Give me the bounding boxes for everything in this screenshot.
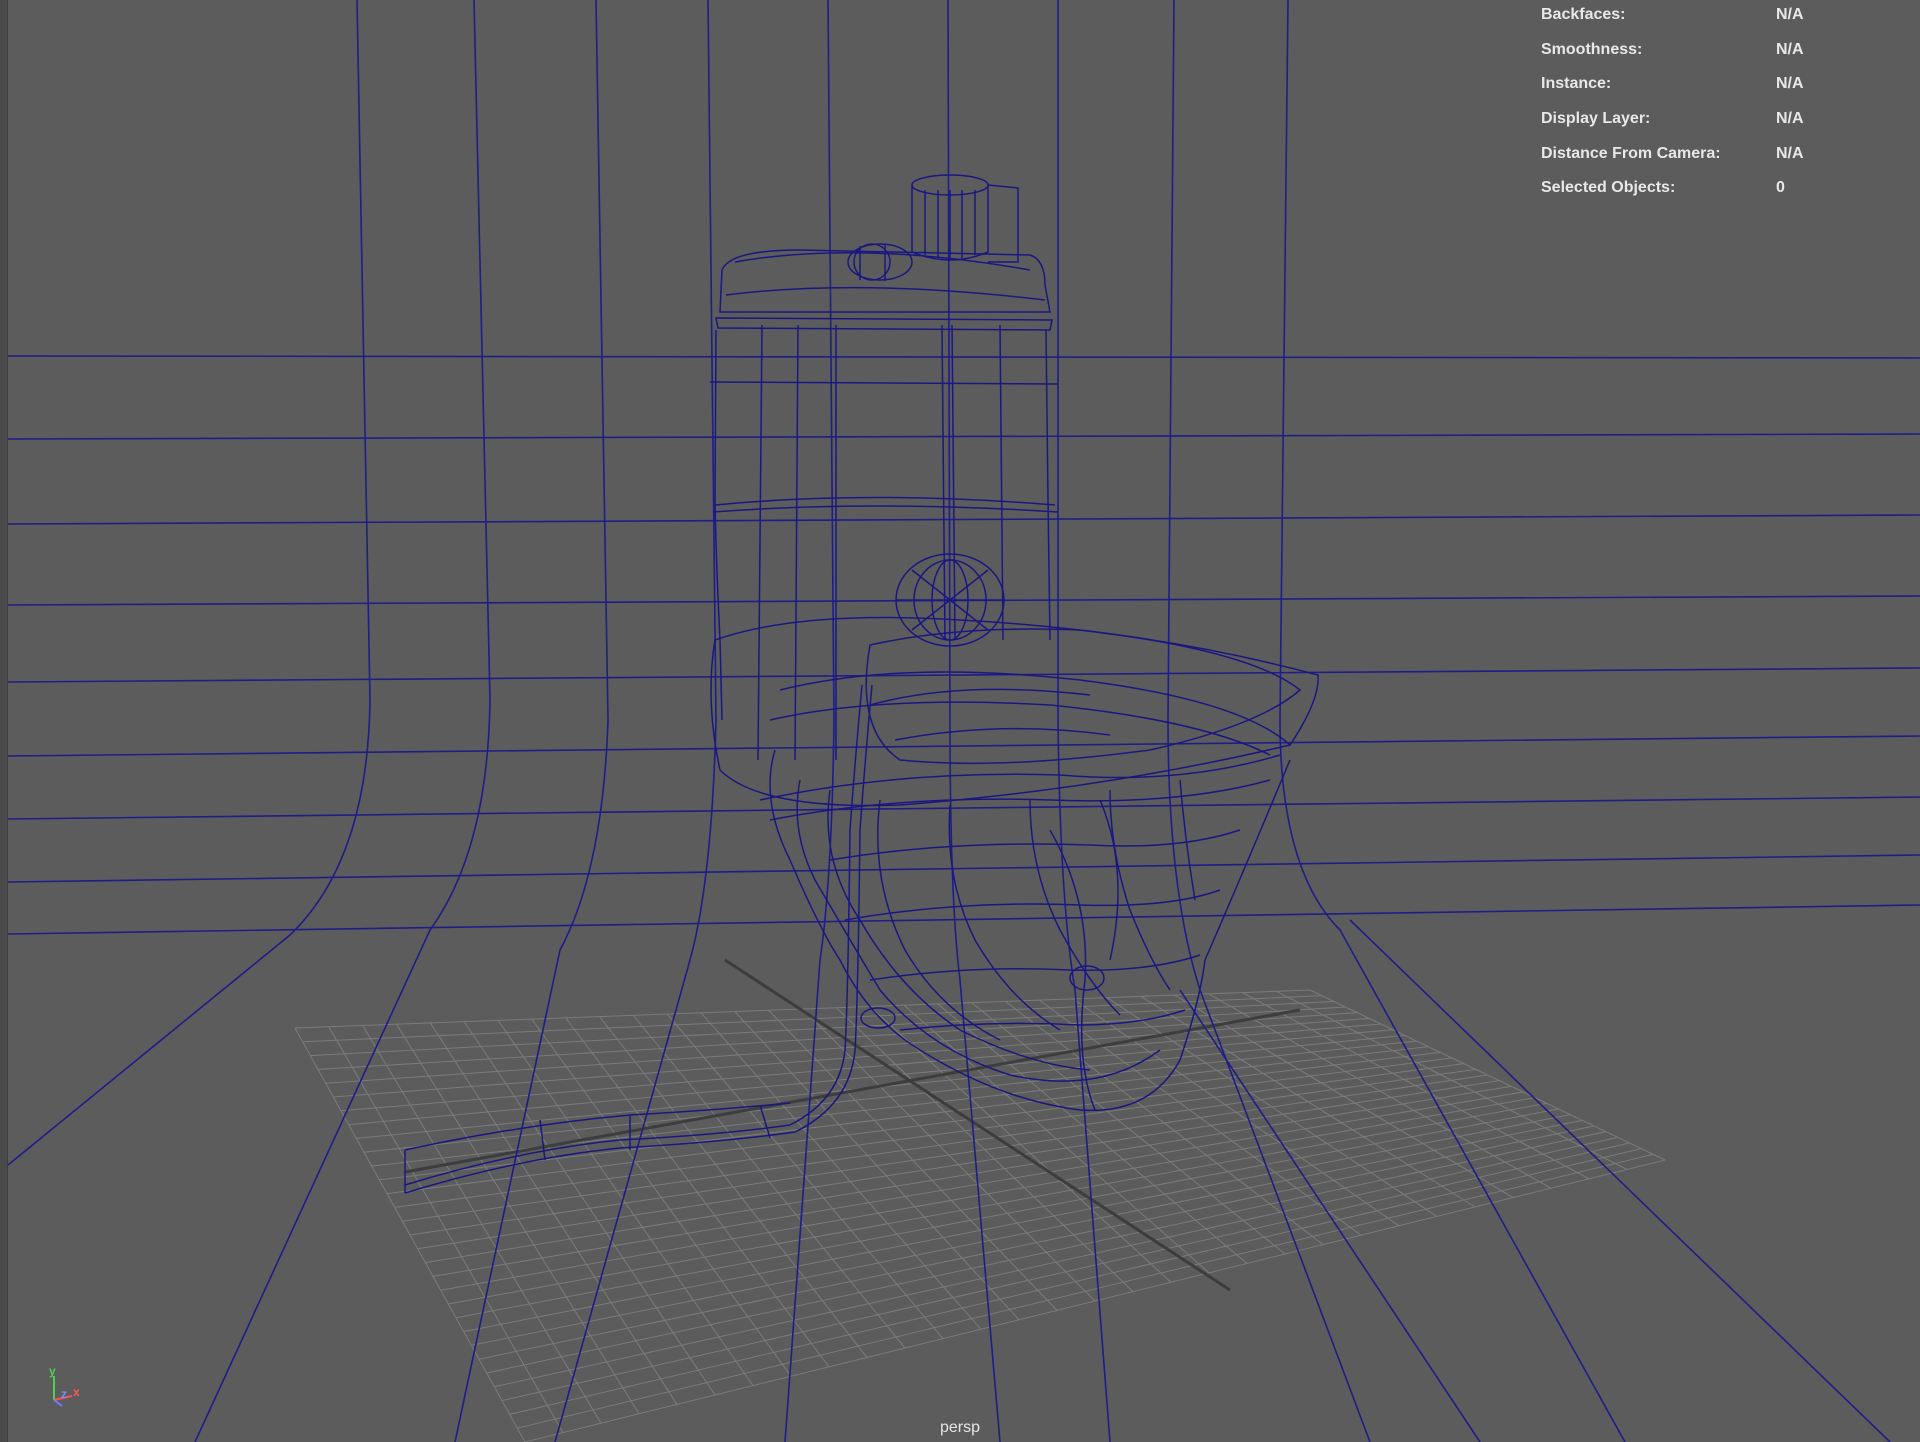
grid-line [903, 1004, 1210, 1274]
hud-row-instance: Instance: N/A [1541, 73, 1861, 108]
hud-row-backfaces: Backfaces: N/A [1541, 4, 1861, 39]
axis-x-label: x [73, 1385, 80, 1399]
hud-label: Instance: [1541, 75, 1612, 93]
hud-value: N/A [1776, 40, 1804, 58]
hud-value: N/A [1776, 110, 1804, 128]
heads-up-display: Backfaces: N/A Smoothness: N/A Instance:… [1541, 4, 1861, 212]
hud-value: N/A [1776, 75, 1804, 93]
hud-label: Selected Objects: [1541, 179, 1676, 197]
grid-line [1039, 999, 1362, 1236]
perspective-viewport[interactable]: Backfaces: N/A Smoothness: N/A Instance:… [0, 0, 1920, 1442]
grid-line [835, 1007, 1134, 1292]
grid-line [1005, 1001, 1324, 1245]
grid-line [417, 1080, 1500, 1250]
hud-value: N/A [1776, 144, 1804, 162]
hud-row-display-layer: Display Layer: N/A [1541, 108, 1861, 143]
grid-line [1242, 992, 1590, 1180]
grid-line [1309, 989, 1666, 1161]
axis-y-label: y [49, 1364, 56, 1378]
hud-label: Smoothness: [1541, 40, 1643, 58]
axis-indicator-icon [53, 1376, 73, 1407]
hud-label: Backfaces: [1541, 6, 1626, 23]
axis-z-label: z [61, 1387, 67, 1401]
hud-row-selected-objects: Selected Objects: 0 [1541, 177, 1861, 212]
hud-row-distance-from-camera: Distance From Camera: N/A [1541, 143, 1861, 178]
hud-label: Distance From Camera: [1541, 144, 1721, 162]
backdrop-wireframe [7, 0, 1920, 1442]
hud-value: N/A [1776, 6, 1804, 23]
hud-label: Display Layer: [1541, 110, 1651, 128]
hud-value: 0 [1776, 179, 1785, 197]
grid-line [425, 1085, 1512, 1264]
camera-name-label: persp [939, 1419, 981, 1436]
wireframe-scene[interactable] [0, 0, 1920, 1442]
hud-row-smoothness: Smoothness: N/A [1541, 39, 1861, 74]
